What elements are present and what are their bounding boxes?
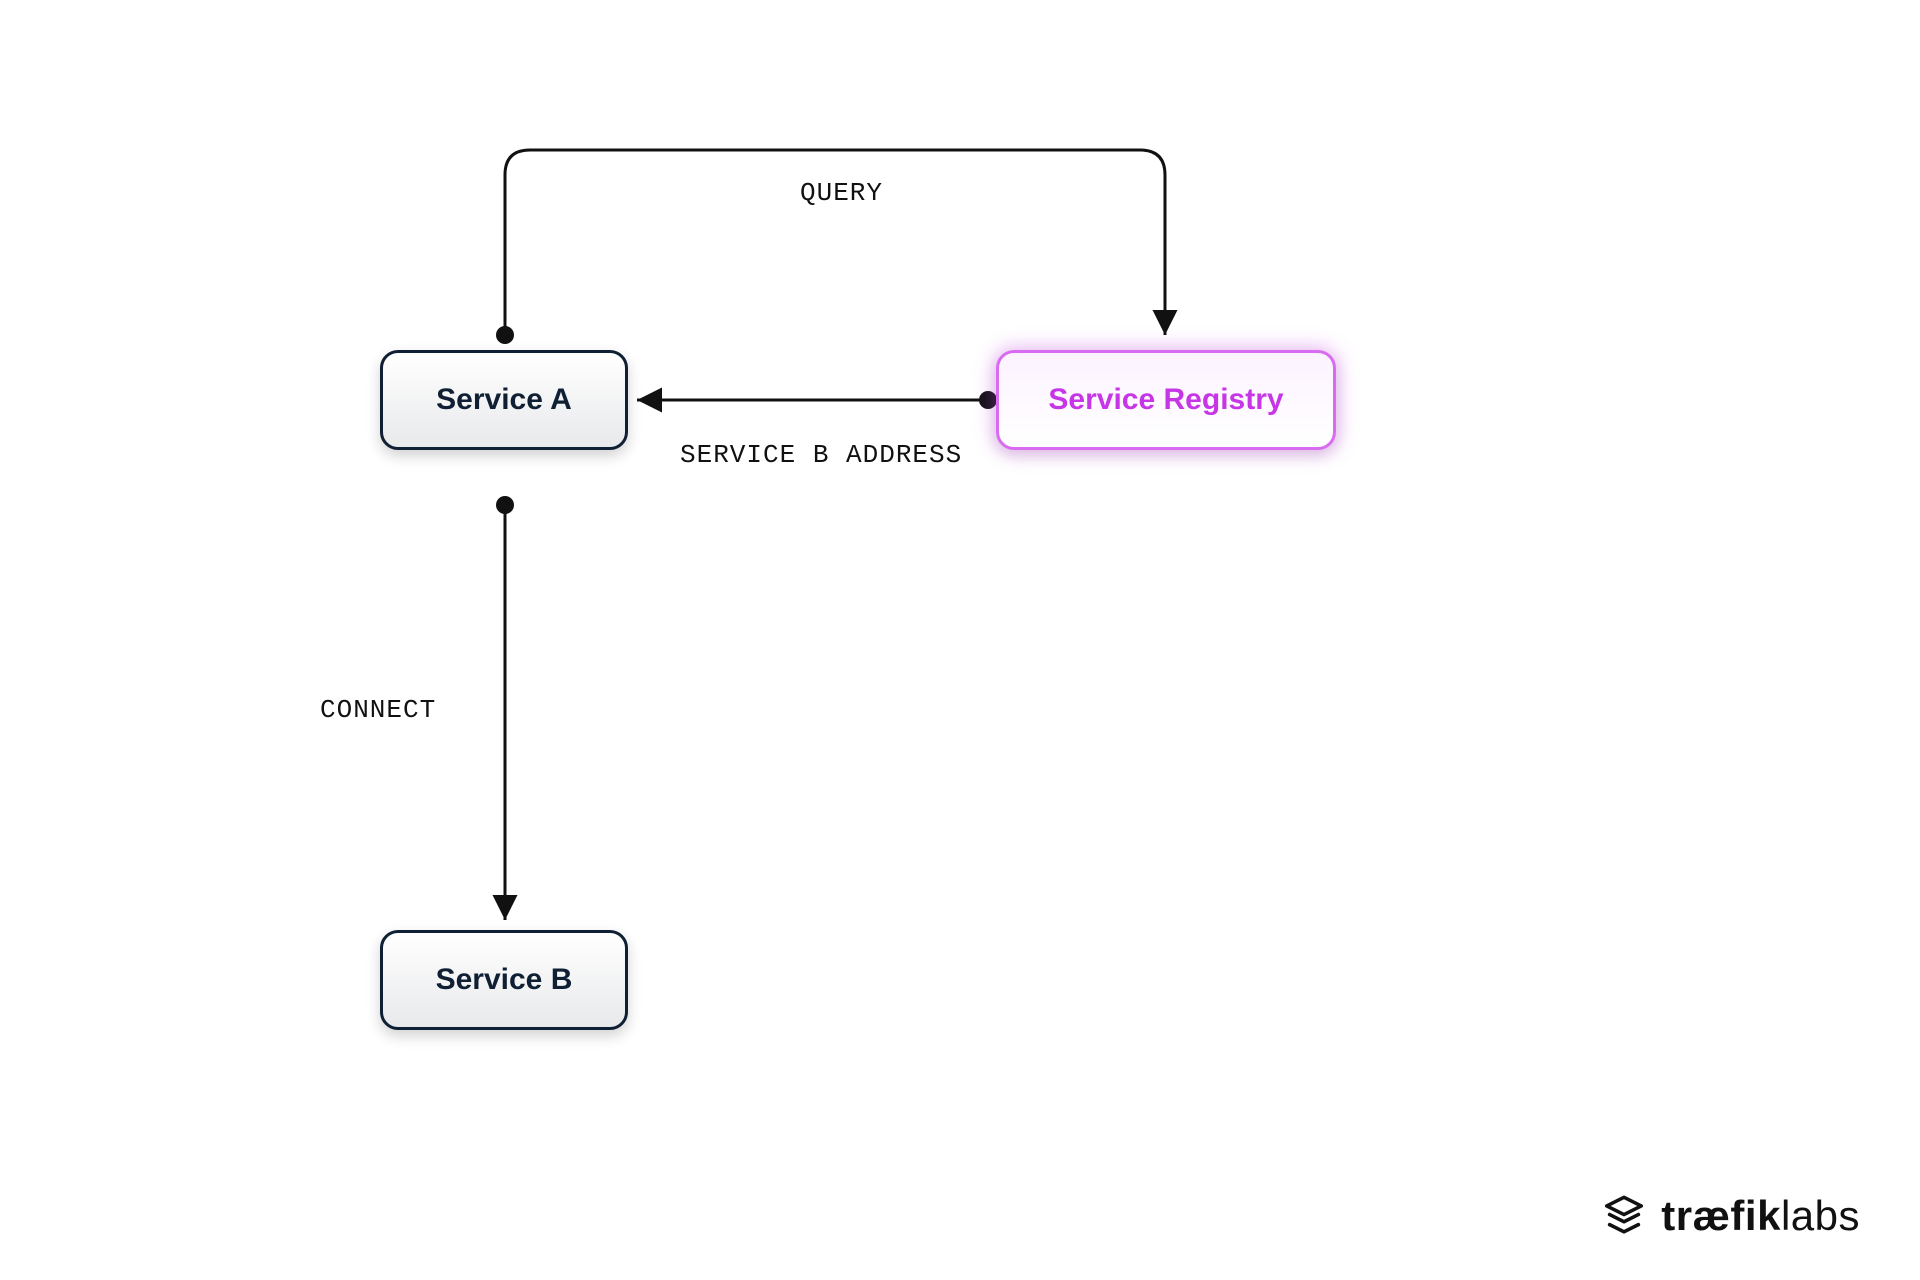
node-service-registry-label: Service Registry [1048,383,1283,417]
node-service-registry: Service Registry [996,350,1336,450]
diagram-canvas: Service A Service Registry Service B QUE… [0,0,1920,1280]
node-service-b: Service B [380,930,628,1030]
node-service-b-label: Service B [436,963,573,997]
node-service-a-label: Service A [436,383,572,417]
edges-layer [0,0,1920,1280]
brand-text-light: labs [1781,1192,1860,1239]
brand-text: træfiklabs [1661,1192,1860,1240]
edge-label-address: SERVICE B ADDRESS [680,440,962,470]
edge-connect-origin-dot [496,496,514,514]
node-service-a: Service A [380,350,628,450]
edge-query-origin-dot [496,326,514,344]
brand-text-bold: træfik [1661,1192,1781,1239]
brand-logo: træfiklabs [1601,1192,1860,1240]
edge-label-query: QUERY [800,178,883,208]
traefik-icon [1601,1193,1647,1239]
edge-label-connect: CONNECT [320,695,436,725]
edge-address-origin-dot [979,391,997,409]
